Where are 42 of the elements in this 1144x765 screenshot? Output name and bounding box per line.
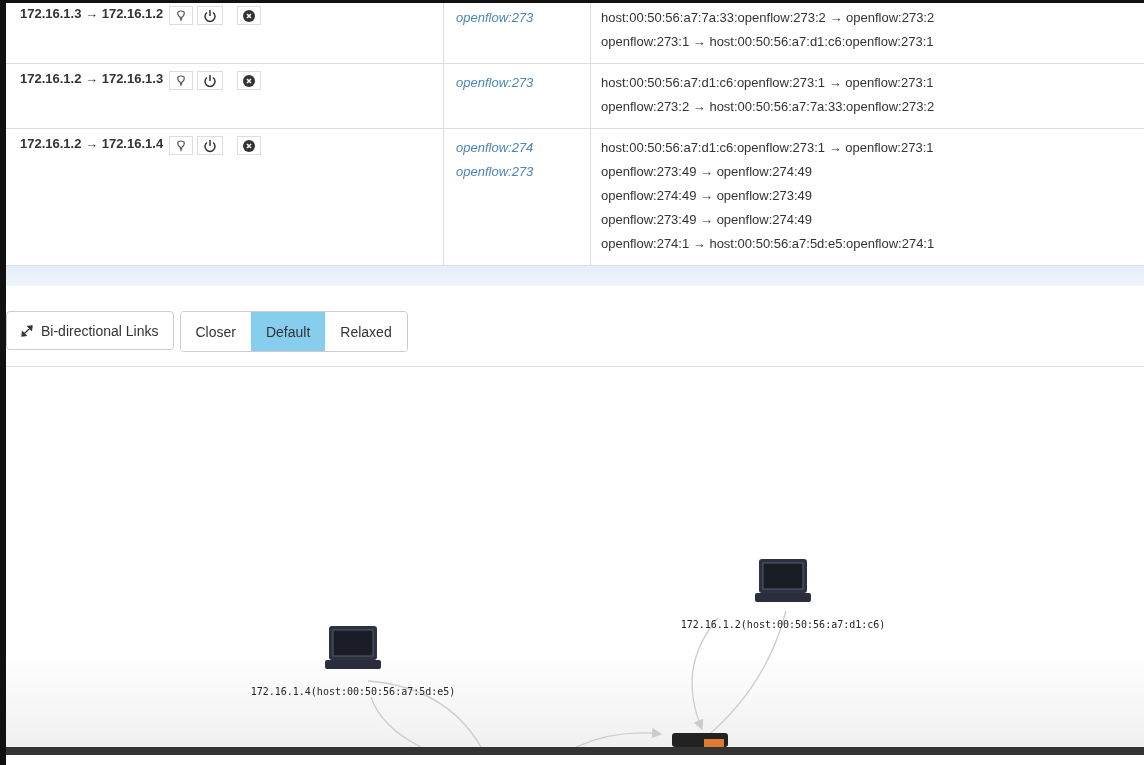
- node-label: 172.16.1.4(host:00:50:56:a7:5d:e5): [250, 686, 456, 697]
- flow-entry: openflow:273:2 → host:00:50:56:a7:7a:33:openflow:273:2: [601, 98, 936, 116]
- lightbulb-icon: [175, 9, 188, 22]
- spacing-option[interactable]: Default: [250, 312, 326, 351]
- node-label: 172.16.1.2(host:00:50:56:a7:d1:c6): [680, 619, 886, 630]
- highlight-button[interactable]: [169, 71, 194, 90]
- lightbulb-icon: [175, 139, 188, 152]
- close-icon: [243, 139, 256, 152]
- switch-link[interactable]: openflow:274: [456, 136, 582, 160]
- path-route: 172.16.1.3 → 172.16.1.2: [20, 6, 164, 21]
- power-icon: [203, 8, 218, 23]
- close-icon: [243, 9, 256, 22]
- switch-link[interactable]: openflow:273: [456, 160, 582, 184]
- switch-link[interactable]: openflow:273: [456, 71, 582, 95]
- flow-entry: openflow:273:49 → openflow:274:49: [601, 211, 814, 229]
- flow-entry: host:00:50:56:a7:d1:c6:openflow:273:1 → openflow:273:1: [601, 139, 935, 157]
- power-button[interactable]: [197, 136, 224, 155]
- highlight-button[interactable]: [169, 6, 194, 25]
- remove-button[interactable]: [237, 71, 262, 90]
- flow-entry: host:00:50:56:a7:7a:33:openflow:273:2 → openflow:273:2: [601, 9, 936, 27]
- highlight-button[interactable]: [169, 136, 194, 155]
- lightbulb-icon: [175, 74, 188, 87]
- expand-arrows-icon: [21, 324, 33, 337]
- flow-entry: openflow:273:49 → openflow:274:49: [601, 163, 814, 181]
- bidirectional-links-button[interactable]: Bi-directional Links: [6, 311, 174, 350]
- switch-link[interactable]: openflow:273: [456, 6, 582, 30]
- power-button[interactable]: [197, 71, 224, 90]
- close-icon: [243, 74, 256, 87]
- power-button[interactable]: [197, 6, 224, 25]
- power-icon: [203, 138, 218, 153]
- flow-entry: openflow:273:1 → host:00:50:56:a7:d1:c6:openflow:273:1: [601, 33, 935, 51]
- laptop-icon[interactable]: [325, 626, 381, 669]
- switch-icon[interactable]: [672, 733, 728, 747]
- power-icon: [203, 73, 218, 88]
- flow-entry: host:00:50:56:a7:d1:c6:openflow:273:1 → openflow:273:1: [601, 74, 935, 92]
- remove-button[interactable]: [237, 6, 262, 25]
- path-route: 172.16.1.2 → 172.16.1.3: [20, 71, 164, 86]
- laptop-icon[interactable]: [755, 559, 811, 602]
- path-route: 172.16.1.2 → 172.16.1.4: [20, 136, 164, 151]
- remove-button[interactable]: [237, 136, 262, 155]
- flow-entry: openflow:274:1 → host:00:50:56:a7:5d:e5:openflow:274:1: [601, 235, 936, 253]
- flow-entry: openflow:274:49 → openflow:273:49: [601, 187, 814, 205]
